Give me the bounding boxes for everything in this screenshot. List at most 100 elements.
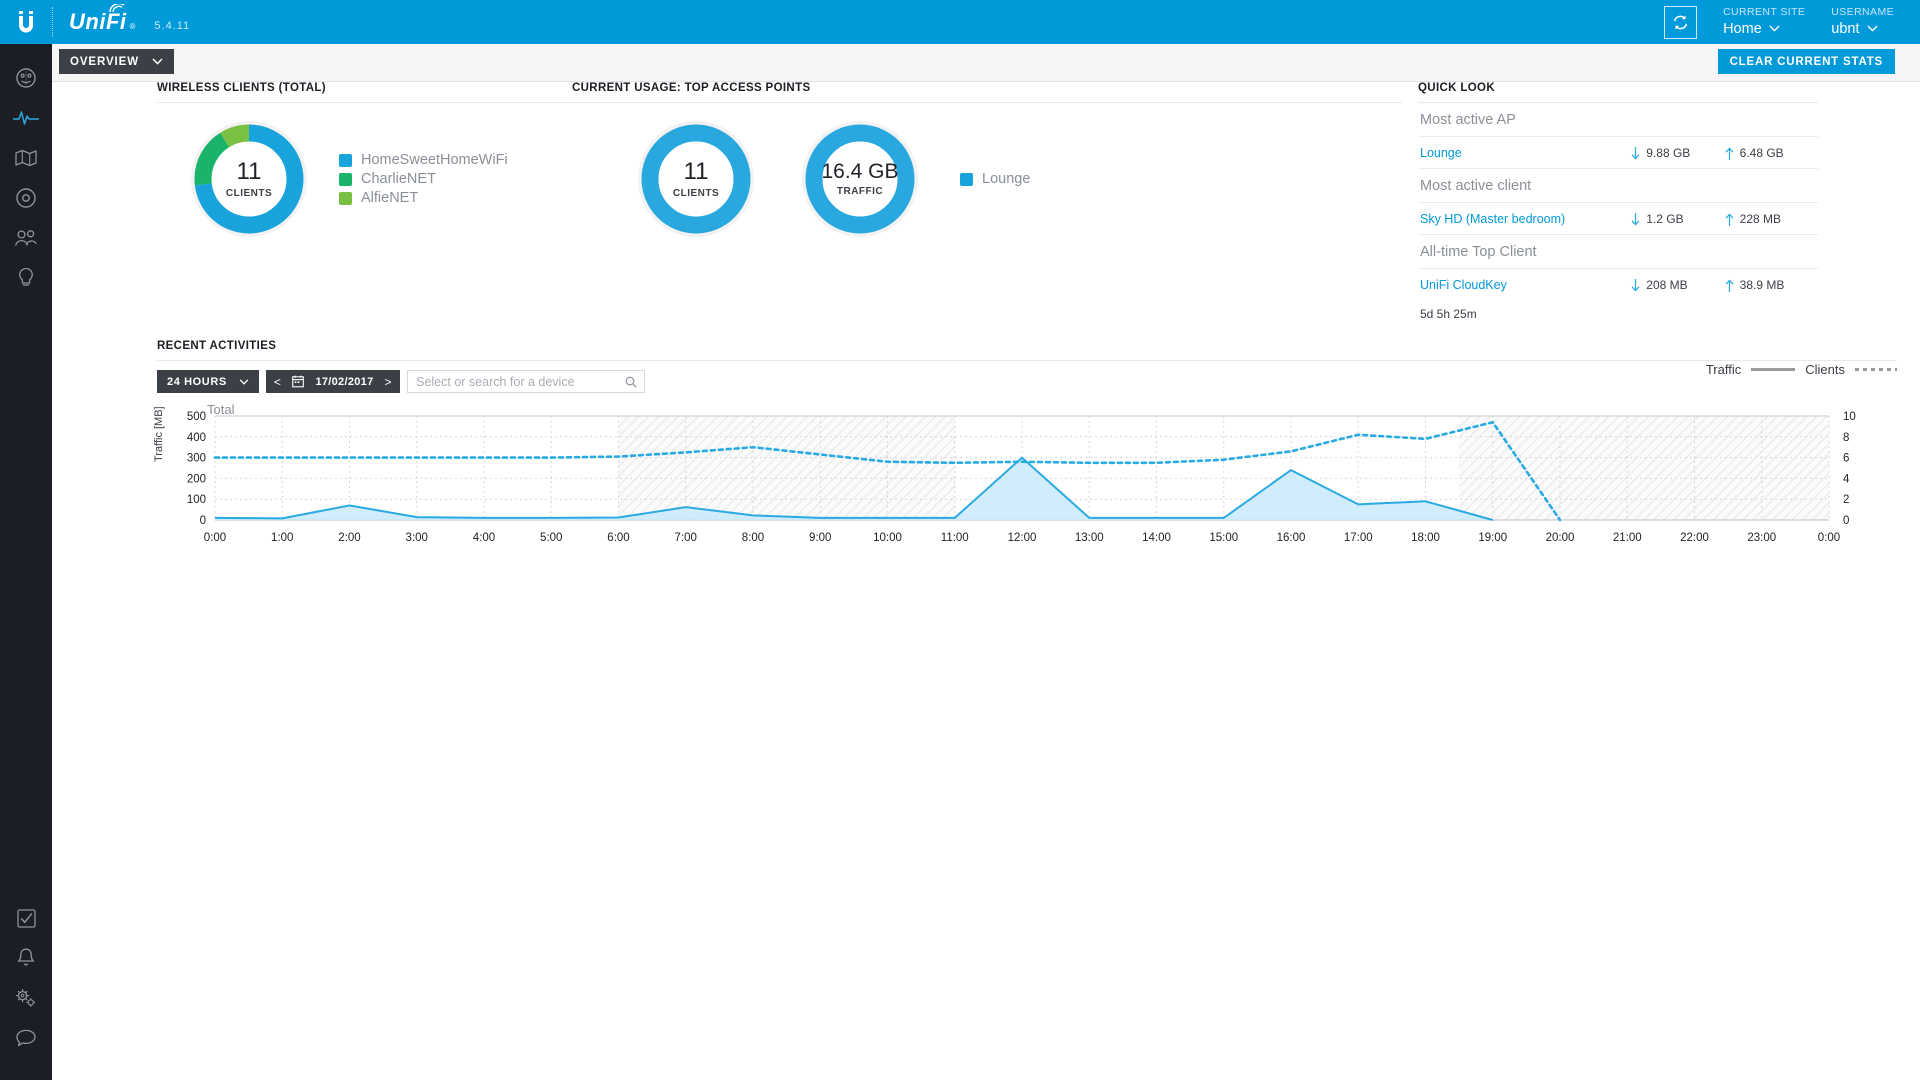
svg-text:2:00: 2:00	[338, 532, 360, 544]
chat-icon	[16, 1029, 36, 1047]
chevron-down-icon	[239, 378, 249, 385]
current-usage-panel: CURRENT USAGE: TOP ACCESS POINTS 11 CLIE…	[572, 82, 1402, 342]
svg-text:18:00: 18:00	[1411, 532, 1440, 544]
quick-look-row: Lounge 9.88 GB 6.48 GB	[1418, 137, 1818, 169]
sidebar-item-insights[interactable]	[0, 258, 52, 298]
registered-mark: ®	[129, 22, 136, 31]
svg-text:6: 6	[1843, 453, 1849, 465]
device-search-input[interactable]	[408, 371, 645, 392]
current-usage-title: CURRENT USAGE: TOP ACCESS POINTS	[572, 82, 811, 94]
quick-look-group-heading: All-time Top Client	[1418, 235, 1818, 269]
sidebar-item-tasks[interactable]	[0, 898, 52, 938]
download-value: 208 MB	[1646, 278, 1688, 292]
legend-label: Lounge	[982, 171, 1031, 187]
chart-canvas: 0 100 200 300 400 500 0 2 4 6 8 10 0:00 1:00 2:00 3:00 4…	[187, 411, 1856, 544]
ubiquiti-u-icon	[19, 11, 33, 33]
usage-clients-donut: 11 CLIENTS	[638, 121, 754, 237]
svg-text:21:00: 21:00	[1613, 532, 1642, 544]
svg-text:400: 400	[187, 432, 206, 444]
svg-text:5:00: 5:00	[540, 532, 562, 544]
svg-text:7:00: 7:00	[675, 532, 697, 544]
svg-text:22:00: 22:00	[1680, 532, 1709, 544]
current-site-label: CURRENT SITE	[1723, 6, 1806, 19]
wireless-clients-legend: HomeSweetHomeWiFi CharlieNET AlfieNET	[339, 152, 508, 206]
quick-look-uptime: 5d 5h 25m	[1420, 307, 1477, 321]
username-menu[interactable]: USERNAME ubnt	[1831, 6, 1894, 37]
username-value: ubnt	[1831, 20, 1860, 37]
current-site-selector[interactable]: CURRENT SITE Home	[1723, 6, 1805, 37]
quick-look-entity-link[interactable]: Sky HD (Master bedroom)	[1420, 212, 1631, 226]
device-search-box[interactable]	[407, 370, 646, 393]
top-bar: UniFi ® 5.4.11 CURRENT SITE Home USERNAM…	[0, 0, 1920, 44]
time-period-dropdown[interactable]: 24 HOURS	[157, 370, 259, 393]
overview-label: OVERVIEW	[70, 55, 139, 68]
quick-look-entity-link[interactable]: UniFi CloudKey	[1420, 278, 1631, 292]
selected-date[interactable]: 17/02/2017	[315, 376, 373, 388]
legend-label: HomeSweetHomeWiFi	[361, 152, 508, 168]
quick-look-group-heading: Most active client	[1418, 169, 1818, 203]
upload-value: 6.48 GB	[1739, 146, 1784, 160]
calendar-icon[interactable]	[292, 375, 305, 388]
legend-item[interactable]: HomeSweetHomeWiFi	[339, 152, 508, 168]
clear-current-stats-button[interactable]: CLEAR CURRENT STATS	[1717, 49, 1895, 74]
legend-item[interactable]: Lounge	[960, 171, 1030, 187]
svg-text:3:00: 3:00	[406, 532, 428, 544]
svg-text:14:00: 14:00	[1142, 532, 1171, 544]
sidebar-item-clients[interactable]	[0, 218, 52, 258]
sidebar-item-chat[interactable]	[0, 1018, 52, 1058]
download-value: 9.88 GB	[1646, 146, 1691, 160]
quick-look-row: Sky HD (Master bedroom) 1.2 GB 228 MB	[1418, 203, 1818, 235]
svg-text:2: 2	[1843, 494, 1849, 506]
ubiquiti-logo[interactable]	[0, 0, 52, 44]
svg-text:15:00: 15:00	[1209, 532, 1238, 544]
search-icon[interactable]	[625, 376, 637, 388]
map-icon	[15, 149, 37, 167]
quick-look-title: QUICK LOOK	[1418, 82, 1495, 94]
sidebar-top-group	[0, 44, 52, 298]
legend-clients-label: Clients	[1805, 362, 1845, 377]
sidebar-bottom-group	[0, 898, 52, 1080]
sidebar-item-alerts[interactable]	[0, 938, 52, 978]
sidebar-item-devices[interactable]	[0, 178, 52, 218]
quick-look-entity-link[interactable]: Lounge	[1420, 146, 1631, 160]
date-picker: < 17/02/2017 >	[265, 370, 401, 393]
overview-dropdown[interactable]: OVERVIEW	[59, 49, 174, 74]
dashboard-icon	[16, 68, 36, 88]
chart-legend: Traffic Clients	[1706, 362, 1897, 377]
summary-panels-row: WIRELESS CLIENTS (TOTAL) 11 CLIENTS Home…	[52, 82, 1920, 342]
sidebar	[0, 44, 52, 1080]
legend-swatch-icon	[960, 172, 973, 186]
svg-text:11:00: 11:00	[941, 532, 969, 544]
svg-text:13:00: 13:00	[1075, 532, 1104, 544]
statistics-icon	[13, 111, 39, 125]
legend-label: AlfieNET	[361, 190, 419, 206]
sidebar-item-map[interactable]	[0, 138, 52, 178]
svg-text:200: 200	[187, 473, 206, 485]
unifi-brand: UniFi ® 5.4.11	[69, 4, 191, 35]
wireless-clients-title: WIRELESS CLIENTS (TOTAL)	[157, 82, 326, 94]
sidebar-item-settings[interactable]	[0, 978, 52, 1018]
sidebar-item-dashboard[interactable]	[0, 58, 52, 98]
usage-traffic-donut: 16.4 GB TRAFFIC	[802, 121, 918, 237]
upload-stat: 38.9 MB	[1725, 278, 1818, 292]
download-value: 1.2 GB	[1646, 212, 1684, 226]
legend-swatch-icon	[339, 191, 352, 205]
upload-value: 228 MB	[1739, 212, 1781, 226]
quick-look-row: UniFi CloudKey 208 MB 38.9 MB	[1418, 269, 1818, 300]
svg-text:6:00: 6:00	[607, 532, 629, 544]
refresh-button[interactable]	[1664, 5, 1698, 39]
legend-item[interactable]: AlfieNET	[339, 190, 508, 206]
download-arrow-icon	[1631, 212, 1640, 225]
svg-text:17:00: 17:00	[1344, 532, 1373, 544]
time-period-label: 24 HOURS	[167, 375, 227, 388]
legend-item[interactable]: CharlieNET	[339, 171, 508, 187]
svg-text:4: 4	[1843, 473, 1850, 485]
svg-text:500: 500	[187, 411, 206, 423]
main-content: WIRELESS CLIENTS (TOTAL) 11 CLIENTS Home…	[52, 82, 1920, 1080]
sidebar-item-statistics[interactable]	[0, 98, 52, 138]
svg-text:9:00: 9:00	[809, 532, 831, 544]
version-label: 5.4.11	[154, 20, 191, 32]
next-day-button[interactable]: >	[385, 375, 393, 389]
prev-day-button[interactable]: <	[274, 375, 282, 389]
upload-stat: 6.48 GB	[1725, 146, 1818, 160]
